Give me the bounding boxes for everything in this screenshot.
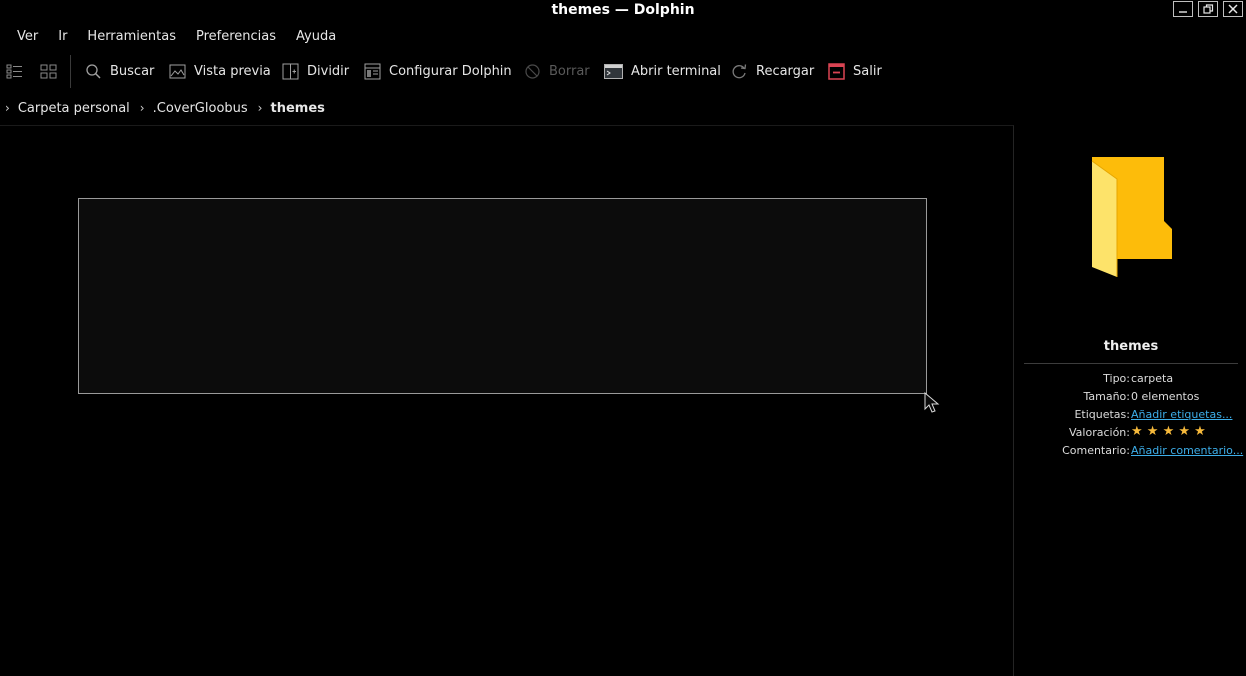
info-key-size: Tamaño: [1083,390,1130,403]
file-view[interactable] [0,125,1014,676]
rubberband-selection [78,198,927,394]
info-key-type: Tipo: [1103,372,1130,385]
info-key-comment: Comentario: [1062,444,1130,457]
window-title-app: Dolphin [633,2,695,18]
folder-icon [1091,157,1172,277]
menu-preferencias[interactable]: Preferencias [186,28,286,48]
chevron-right-icon[interactable]: › [2,101,14,115]
menu-bar: Ver Ir Herramientas Preferencias Ayuda [7,28,346,48]
close-icon [1228,4,1238,14]
minimize-button[interactable] [1173,1,1193,17]
chevron-right-icon[interactable]: › [252,101,267,115]
info-key-tags: Etiquetas: [1074,408,1130,421]
reload-icon [732,64,747,79]
search-label: Buscar [110,64,155,79]
terminal-icon [604,64,623,79]
window-title-separator: — [614,2,629,18]
split-view-mode-button[interactable] [40,55,57,88]
split-label: Dividir [307,64,350,79]
breadcrumb-current[interactable]: themes [266,101,328,116]
rating-stars[interactable]: ★ ★ ★ ★ ★ [1131,425,1206,438]
title-bar: themes — Dolphin [0,0,1246,22]
info-row-size: Tamaño: 0 elementos [1018,390,1246,408]
info-key-rating: Valoración: [1069,426,1130,439]
restore-icon [1202,4,1213,14]
info-row-comment: Comentario: Añadir comentario... [1018,444,1246,462]
info-row-rating: Valoración: ★ ★ ★ ★ ★ [1018,425,1246,444]
information-panel: themes Tipo: carpeta Tamaño: 0 elementos… [1018,125,1246,676]
delete-label: Borrar [549,64,590,79]
minimize-icon [1179,11,1187,13]
image-preview-icon [169,64,186,79]
reload-button[interactable]: Recargar [731,55,814,88]
quit-label: Salir [853,64,882,79]
menu-ver[interactable]: Ver [7,28,48,48]
menu-ir[interactable]: Ir [48,28,77,48]
search-button[interactable]: Buscar [85,55,154,88]
info-value-size: 0 elementos [1131,390,1200,403]
add-comment-link[interactable]: Añadir comentario... [1131,444,1243,457]
window-title: themes — Dolphin [0,2,1246,18]
details-view-icon [6,64,22,79]
preview-label: Vista previa [194,64,271,79]
breadcrumb-covergloobus[interactable]: .CoverGloobus [149,101,252,116]
mouse-cursor-icon [924,392,940,413]
exit-icon [828,63,845,80]
quit-button[interactable]: Salir [828,55,882,88]
terminal-label: Abrir terminal [631,64,721,79]
info-file-name: themes [1103,339,1159,354]
search-icon [86,64,101,79]
configure-icon [364,63,381,80]
delete-icon [525,64,540,79]
chevron-right-icon[interactable]: › [134,101,149,115]
details-view-button[interactable] [6,55,23,88]
menu-herramientas[interactable]: Herramientas [77,28,186,48]
configure-label: Configurar Dolphin [389,64,512,79]
toolbar-separator [70,55,71,88]
view-mode-icon [40,64,57,79]
preview-button[interactable]: Vista previa [169,55,271,88]
info-value-type: carpeta [1131,372,1174,385]
breadcrumb-home[interactable]: Carpeta personal [14,101,134,116]
info-divider [1024,363,1238,364]
breadcrumb: › Carpeta personal › .CoverGloobus › the… [2,98,329,118]
delete-button[interactable]: Borrar [524,55,590,88]
restore-button[interactable] [1198,1,1218,17]
split-view-icon [282,63,299,80]
toolbar: Buscar Vista previa Dividir Configurar D… [0,55,1010,88]
close-button[interactable] [1223,1,1243,17]
info-row-type: Tipo: carpeta [1018,372,1246,390]
split-button[interactable]: Dividir [282,55,349,88]
window-title-folder: themes [551,2,611,18]
reload-label: Recargar [756,64,815,79]
menu-ayuda[interactable]: Ayuda [286,28,346,48]
open-terminal-button[interactable]: Abrir terminal [604,55,721,88]
add-tags-link[interactable]: Añadir etiquetas... [1131,408,1232,421]
configure-button[interactable]: Configurar Dolphin [364,55,512,88]
